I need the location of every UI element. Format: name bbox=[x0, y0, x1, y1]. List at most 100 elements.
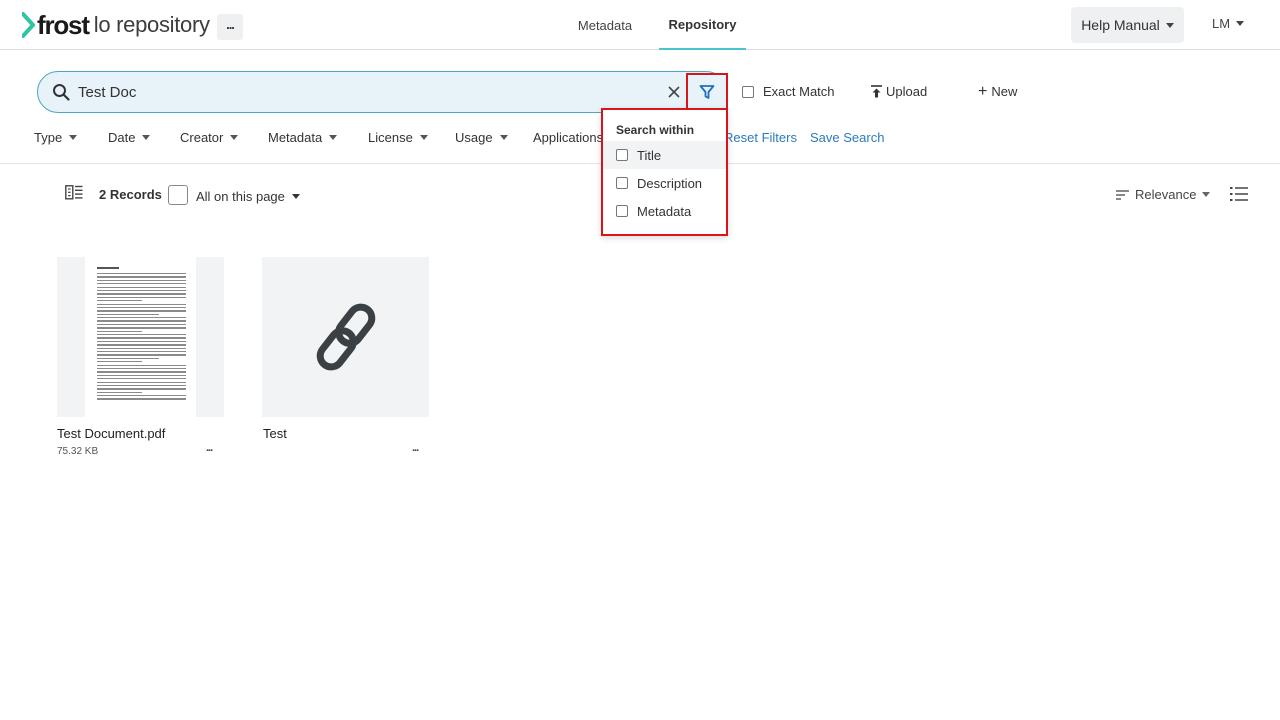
card-more-button[interactable]: ... bbox=[206, 442, 213, 454]
document-text-line bbox=[97, 313, 160, 315]
filter-license[interactable]: License bbox=[368, 130, 428, 145]
document-text-line bbox=[97, 384, 186, 387]
document-text-line bbox=[97, 361, 142, 363]
document-title-line bbox=[97, 267, 119, 269]
document-text-line bbox=[97, 300, 142, 302]
document-page-preview bbox=[85, 257, 196, 417]
chevron-down-icon bbox=[419, 135, 428, 140]
document-text-line bbox=[97, 395, 186, 397]
reset-filters-link[interactable]: Reset Filters bbox=[724, 130, 797, 145]
document-text-line bbox=[97, 279, 186, 282]
link-icon bbox=[316, 303, 375, 371]
document-text-line bbox=[97, 306, 186, 309]
document-text-line bbox=[97, 337, 186, 339]
filter-type[interactable]: Type bbox=[34, 130, 78, 145]
document-text-line bbox=[97, 289, 186, 292]
search-within-option-metadata[interactable]: Metadata bbox=[603, 197, 726, 225]
select-scope-label: All on this page bbox=[196, 189, 285, 204]
filter-usage[interactable]: Usage bbox=[455, 130, 508, 145]
exact-match-label: Exact Match bbox=[763, 84, 835, 99]
search-filter-button[interactable] bbox=[686, 73, 728, 111]
logo-subtitle: lo repository bbox=[93, 12, 210, 37]
document-text-line bbox=[97, 367, 186, 370]
search-within-option-title[interactable]: Title bbox=[603, 141, 726, 169]
chevron-down-icon bbox=[329, 135, 338, 140]
document-text-line bbox=[97, 391, 142, 393]
document-text-line bbox=[97, 303, 186, 305]
select-scope-dropdown[interactable]: All on this page bbox=[196, 189, 300, 204]
document-text-line bbox=[97, 283, 186, 285]
document-text-line bbox=[97, 330, 142, 332]
plus-icon: + bbox=[978, 82, 988, 100]
document-text-line bbox=[97, 354, 186, 356]
user-initials: LM bbox=[1212, 16, 1231, 31]
search-within-option-description[interactable]: Description bbox=[603, 169, 726, 197]
description-checkbox[interactable] bbox=[616, 177, 628, 189]
logo-chevron-icon bbox=[22, 12, 35, 38]
tab-metadata[interactable]: Metadata bbox=[567, 0, 643, 50]
filter-metadata-label: Metadata bbox=[268, 130, 323, 145]
document-text-line bbox=[97, 344, 186, 346]
document-text-line bbox=[97, 398, 186, 400]
document-text-line bbox=[97, 286, 186, 288]
filter-creator-label: Creator bbox=[180, 130, 224, 145]
document-text-line bbox=[97, 378, 186, 380]
filter-metadata[interactable]: Metadata bbox=[268, 130, 338, 145]
title-checkbox[interactable] bbox=[616, 149, 628, 161]
filter-usage-label: Usage bbox=[455, 130, 493, 145]
link-item-thumbnail[interactable] bbox=[262, 257, 429, 417]
filter-applications-label: Applications bbox=[533, 130, 604, 145]
logo-word: frost bbox=[37, 10, 90, 40]
document-text-line bbox=[97, 388, 186, 390]
search-icon bbox=[53, 84, 70, 101]
sort-dropdown[interactable]: Relevance bbox=[1116, 187, 1211, 202]
search-within-title: Search within bbox=[616, 123, 695, 137]
document-text-line bbox=[97, 357, 160, 360]
exact-match-toggle[interactable]: Exact Match bbox=[742, 84, 835, 99]
chevron-down-icon bbox=[1236, 21, 1245, 26]
card-title[interactable]: Test Document.pdf bbox=[57, 426, 165, 441]
pdf-document-thumbnail[interactable] bbox=[57, 257, 224, 417]
frostio-logo[interactable]: frost lo repository bbox=[22, 11, 210, 39]
option-label: Description bbox=[637, 175, 703, 191]
chevron-down-icon bbox=[230, 135, 239, 140]
option-label: Title bbox=[637, 147, 662, 163]
top-navigation-bar: frost lo repository ... Metadata Reposit… bbox=[0, 0, 1280, 50]
save-search-link[interactable]: Save Search bbox=[810, 130, 884, 145]
chevron-down-icon bbox=[1165, 22, 1174, 28]
filter-applications[interactable]: Applications bbox=[533, 130, 603, 145]
select-all-checkbox[interactable] bbox=[168, 185, 188, 205]
sort-icon bbox=[1116, 189, 1129, 200]
document-text-line bbox=[97, 327, 186, 329]
new-button[interactable]: + New bbox=[978, 82, 1018, 100]
card-title[interactable]: Test bbox=[263, 426, 287, 441]
records-count: 2 Records bbox=[99, 187, 162, 202]
upload-icon bbox=[871, 85, 882, 98]
filter-date-label: Date bbox=[108, 130, 136, 145]
card-more-button[interactable]: ... bbox=[412, 442, 419, 454]
document-text-line bbox=[97, 296, 186, 299]
clear-search-icon[interactable] bbox=[667, 85, 681, 99]
toggle-sidebar-icon[interactable] bbox=[65, 185, 83, 200]
help-manual-label: Help Manual bbox=[1081, 17, 1160, 33]
new-label: New bbox=[991, 84, 1018, 99]
document-text-line bbox=[97, 364, 186, 366]
upload-button[interactable]: Upload bbox=[871, 84, 927, 99]
document-text-line bbox=[97, 273, 186, 275]
document-text-line bbox=[97, 371, 186, 373]
document-text-line bbox=[97, 310, 186, 312]
user-menu[interactable]: LM bbox=[1212, 16, 1245, 31]
filter-creator[interactable]: Creator bbox=[180, 130, 239, 145]
tab-repository[interactable]: Repository bbox=[659, 0, 746, 50]
document-text-line bbox=[97, 350, 186, 353]
more-apps-button[interactable]: ... bbox=[217, 14, 243, 40]
search-input[interactable] bbox=[78, 81, 658, 103]
filter-date[interactable]: Date bbox=[108, 130, 151, 145]
metadata-checkbox[interactable] bbox=[616, 205, 628, 217]
help-manual-button[interactable]: Help Manual bbox=[1071, 7, 1184, 43]
document-text-line bbox=[97, 340, 186, 343]
list-view-icon[interactable] bbox=[1230, 186, 1248, 202]
document-text-line bbox=[97, 374, 186, 377]
exact-match-checkbox[interactable] bbox=[742, 85, 754, 98]
search-bar[interactable] bbox=[37, 71, 727, 113]
